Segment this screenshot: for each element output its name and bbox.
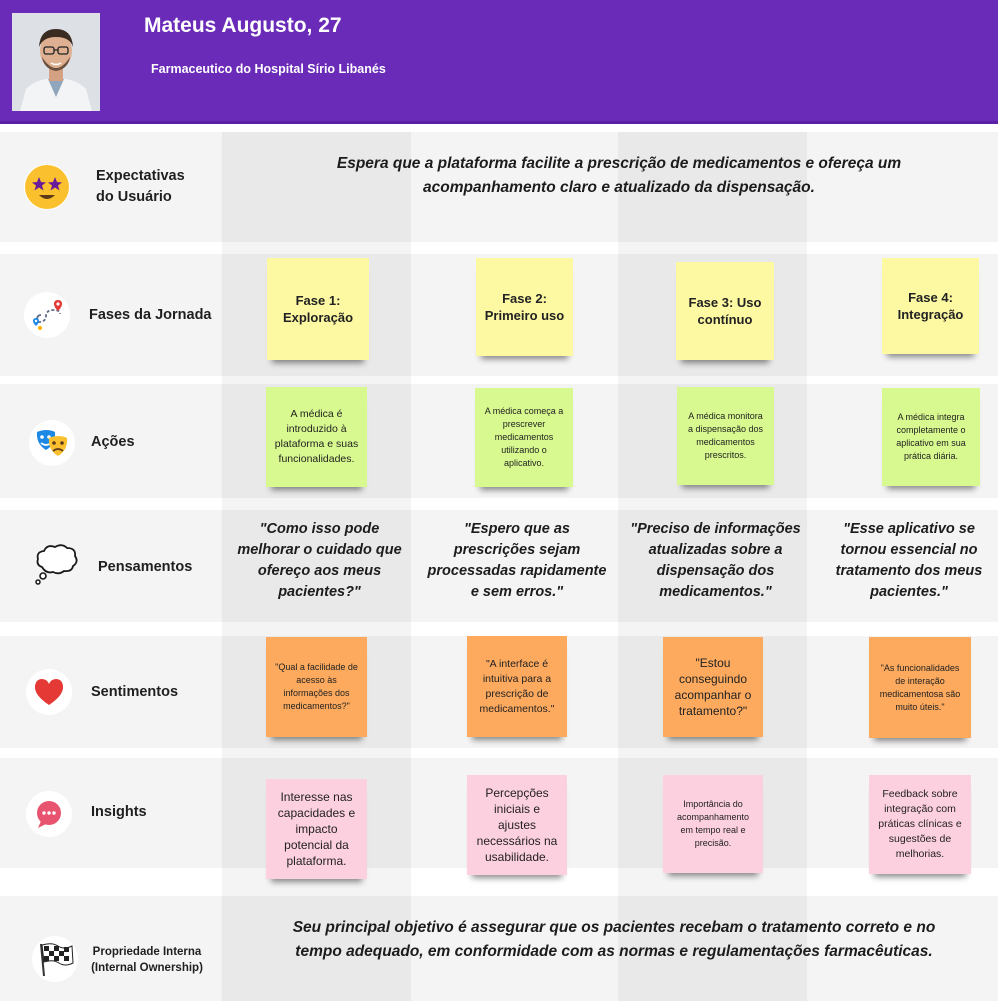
- phase-sticky: Fase 4: Integração: [882, 258, 979, 354]
- feeling-sticky: "Estou conseguindo acompanhar o tratamen…: [663, 637, 763, 737]
- insight-sticky: Percepções iniciais e ajustes necessário…: [467, 775, 567, 875]
- action-sticky: A médica começa a prescrever medicamento…: [475, 388, 573, 487]
- row-label-thoughts: Pensamentos: [98, 559, 193, 575]
- theater-masks-icon: [29, 420, 75, 466]
- row-label-expectations: Expectativas do Usuário: [96, 168, 185, 205]
- thought-text: "Espero que as prescrições sejam process…: [427, 521, 607, 600]
- star-struck-face-icon: [24, 164, 70, 210]
- ownership-text: Seu principal objetivo é assegurar que o…: [292, 919, 936, 960]
- thought-text: "Como isso pode melhorar o cuidado que o…: [237, 521, 402, 600]
- route-map-icon: [24, 292, 70, 338]
- persona-name: Mateus Augusto, 27: [144, 14, 342, 37]
- thought-bubble-icon: [32, 541, 80, 589]
- feeling-sticky: "As funcionalidades de interação medicam…: [869, 637, 971, 738]
- chat-bubble-icon: [26, 791, 72, 837]
- thought-text: "Preciso de informações atualizadas sobr…: [630, 521, 801, 600]
- insight-sticky: Importância do acompanhamento em tempo r…: [663, 775, 763, 873]
- phase-sticky: Fase 2: Primeiro uso: [476, 258, 573, 356]
- row-label-phases: Fases da Jornada: [89, 307, 212, 323]
- action-sticky: A médica monitora a dispensação dos medi…: [677, 387, 774, 485]
- feeling-sticky: "Qual a facilidade de acesso às informaç…: [266, 637, 367, 737]
- row-label-insights: Insights: [91, 804, 147, 820]
- persona-role: Farmaceutico do Hospital Sírio Libanés: [151, 62, 386, 76]
- persona-photo: [12, 13, 100, 111]
- phase-sticky: Fase 1: Exploração: [267, 258, 369, 360]
- row-label-ownership: Propriedade Interna (Internal Ownership): [91, 946, 203, 974]
- feeling-sticky: "A interface é intuitiva para a prescriç…: [467, 636, 567, 737]
- insight-sticky: Feedback sobre integração com práticas c…: [869, 775, 971, 874]
- action-sticky: A médica é introduzido à plataforma e su…: [266, 387, 367, 487]
- action-sticky: A médica integra completamente o aplicat…: [882, 388, 980, 486]
- expectations-text: Espera que a plataforma facilite a presc…: [336, 155, 902, 196]
- row-label-actions: Ações: [91, 434, 135, 450]
- thought-text: "Esse aplicativo se tornou essencial no …: [835, 521, 983, 600]
- row-label-feelings: Sentimentos: [91, 684, 179, 700]
- insight-sticky: Interesse nas capacidades e impacto pote…: [266, 779, 367, 879]
- phase-sticky: Fase 3: Uso contínuo: [676, 262, 774, 360]
- persona-header: Mateus Augusto, 27 Farmaceutico do Hospi…: [0, 0, 998, 124]
- checkered-flag-icon: [32, 936, 78, 982]
- heart-icon: [26, 669, 72, 715]
